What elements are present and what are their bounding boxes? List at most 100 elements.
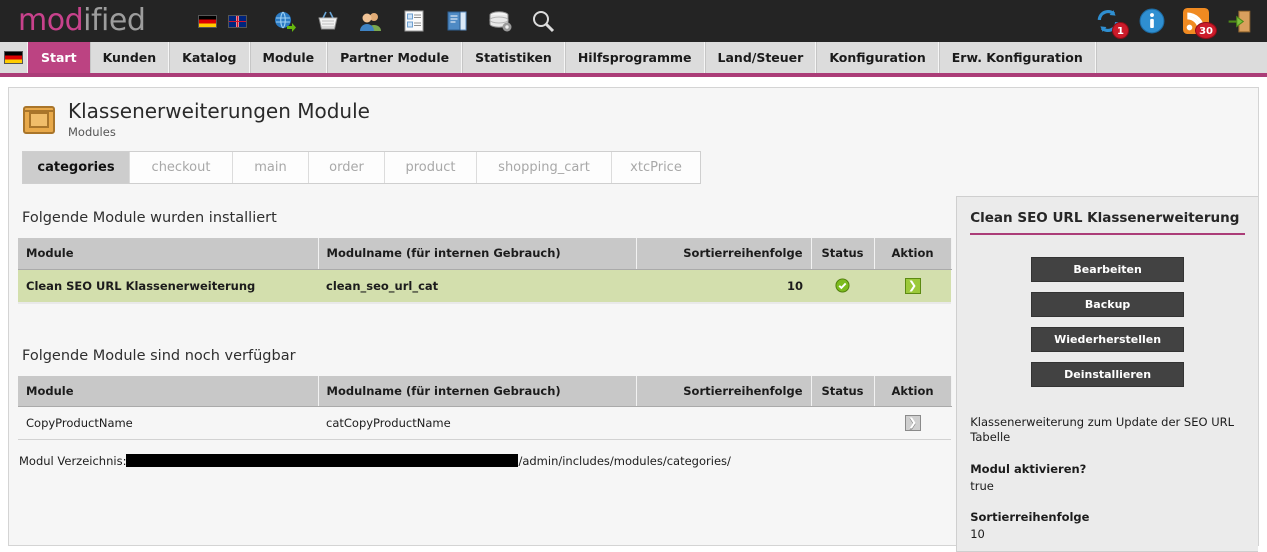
page-header: Klassenerweiterungen Module Modules [9, 88, 1258, 140]
globe-shop-icon[interactable] [273, 9, 297, 33]
available-modules-table: Module Modulname (für internen Gebrauch)… [18, 375, 952, 440]
rss-icon[interactable]: 30 [1183, 8, 1217, 39]
field-key: Sortierreihenfolge [970, 510, 1090, 524]
edit-arrow-icon[interactable]: ❯ [904, 277, 921, 294]
nav-item-start[interactable]: Start [28, 42, 90, 73]
flag-gb-icon[interactable] [228, 14, 248, 28]
nav-item-erw-konfiguration[interactable]: Erw. Konfiguration [938, 42, 1096, 73]
info-icon[interactable] [1139, 8, 1165, 34]
col-status: Status [811, 238, 875, 270]
nav-item-module[interactable]: Module [249, 42, 328, 73]
col-sort-order: Sortierreihenfolge [636, 238, 812, 270]
nav-label: Start [41, 50, 77, 65]
nav-item-hilfsprogramme[interactable]: Hilfsprogramme [564, 42, 705, 73]
cell-module-name: CopyProductName [18, 406, 318, 440]
update-badge: 1 [1112, 22, 1129, 39]
tab-checkout[interactable]: checkout [130, 152, 233, 183]
tab-label: xtcPrice [630, 160, 682, 175]
col-internal-name: Modulname (für internen Gebrauch) [318, 375, 637, 407]
col-module: Module [18, 238, 319, 270]
modules-column: Folgende Module wurden installiert Modul… [9, 184, 954, 468]
col-aktion: Aktion [874, 238, 952, 270]
nav-label: Partner Module [340, 50, 450, 65]
module-box-icon [22, 100, 68, 140]
tab-product[interactable]: product [385, 152, 477, 183]
nav-item-land-steuer[interactable]: Land/Steuer [704, 42, 817, 73]
content-panel: Klassenerweiterungen Module Modules cate… [8, 87, 1259, 552]
flag-de-icon[interactable] [198, 14, 218, 28]
edit-button[interactable]: Bearbeiten [1031, 257, 1185, 282]
nav-item-statistiken[interactable]: Statistiken [462, 42, 565, 73]
database-icon[interactable] [488, 9, 512, 33]
button-label: Deinstallieren [1064, 368, 1152, 381]
tab-categories[interactable]: categories [23, 152, 130, 183]
logo-ified: ified [83, 3, 146, 38]
module-tabs: categories checkout main order product s… [22, 151, 701, 184]
redacted-path [126, 454, 519, 467]
col-module: Module [18, 375, 319, 407]
button-label: Bearbeiten [1073, 263, 1142, 276]
table-row[interactable]: CopyProductName catCopyProductName ❯ [18, 406, 951, 440]
col-status: Status [811, 375, 875, 407]
nav-item-katalog[interactable]: Katalog [169, 42, 250, 73]
uninstall-button[interactable]: Deinstallieren [1031, 362, 1185, 387]
cell-status [811, 269, 874, 303]
nav-item-kunden[interactable]: Kunden [89, 42, 170, 73]
nav-label: Erw. Konfiguration [951, 50, 1083, 65]
nav-label: Katalog [182, 50, 237, 65]
field-value: 10 [970, 527, 985, 541]
logo-mod: mod [18, 3, 84, 38]
page-subtitle: Modules [68, 125, 116, 139]
tab-xtcprice[interactable]: xtcPrice [612, 152, 700, 183]
nav-label: Land/Steuer [717, 50, 804, 65]
customers-icon[interactable] [359, 9, 383, 33]
tab-label: product [405, 160, 456, 175]
logout-icon[interactable] [1227, 8, 1253, 34]
detail-panel-actions: Bearbeiten Backup Wiederherstellen Deins… [957, 257, 1258, 387]
col-aktion: Aktion [874, 375, 952, 407]
tab-label: checkout [151, 160, 211, 175]
page-title: Klassenerweiterungen Module [68, 99, 370, 123]
content-split: Folgende Module wurden installiert Modul… [9, 184, 1258, 552]
tab-label: shopping_cart [498, 160, 590, 175]
nav-flag-cell[interactable] [0, 42, 28, 73]
update-icon[interactable]: 1 [1095, 8, 1129, 39]
nav-item-partner-module[interactable]: Partner Module [327, 42, 463, 73]
table-row[interactable]: Clean SEO URL Klassenerweiterung clean_s… [18, 269, 951, 303]
basket-icon[interactable] [316, 9, 340, 33]
col-internal-name: Modulname (für internen Gebrauch) [318, 238, 637, 270]
tab-order[interactable]: order [309, 152, 385, 183]
nav-filler [1095, 42, 1267, 73]
tab-main[interactable]: main [233, 152, 309, 183]
cell-aktion: ❯ [874, 406, 951, 440]
cell-internal-name: clean_seo_url_cat [318, 269, 636, 303]
catalog-icon[interactable] [402, 9, 426, 33]
cell-internal-name: catCopyProductName [318, 406, 636, 440]
language-switcher [198, 14, 248, 28]
detail-panel-title: Clean SEO URL Klassenerweiterung [970, 210, 1245, 235]
button-label: Backup [1084, 298, 1131, 311]
app-logo[interactable]: modified [18, 3, 146, 38]
backup-button[interactable]: Backup [1031, 292, 1185, 317]
status-enabled-icon [835, 278, 850, 293]
nav-label: Kunden [102, 50, 157, 65]
available-heading: Folgende Module sind noch verfügbar [22, 347, 296, 364]
main-navigation: Start Kunden Katalog Module Partner Modu… [0, 42, 1267, 77]
nav-label: Konfiguration [829, 50, 926, 65]
top-toolbar: modified 1 30 [0, 0, 1267, 42]
install-arrow-icon[interactable]: ❯ [904, 415, 921, 431]
nav-item-konfiguration[interactable]: Konfiguration [816, 42, 939, 73]
module-directory: Modul Verzeichnis: /admin/includes/module… [19, 454, 954, 468]
cell-module-name: Clean SEO URL Klassenerweiterung [18, 269, 318, 303]
field-key: Modul aktivieren? [970, 462, 1087, 476]
content-icon[interactable] [445, 9, 469, 33]
nav-label: Statistiken [475, 50, 552, 65]
table-header-row: Module Modulname (für internen Gebrauch)… [18, 375, 952, 407]
cell-status [811, 406, 874, 440]
restore-button[interactable]: Wiederherstellen [1031, 327, 1185, 352]
col-sort-order: Sortierreihenfolge [636, 375, 812, 407]
tab-shopping-cart[interactable]: shopping_cart [477, 152, 612, 183]
search-icon[interactable] [531, 9, 555, 33]
cell-sort-order [636, 406, 811, 440]
rss-badge: 30 [1195, 22, 1217, 39]
